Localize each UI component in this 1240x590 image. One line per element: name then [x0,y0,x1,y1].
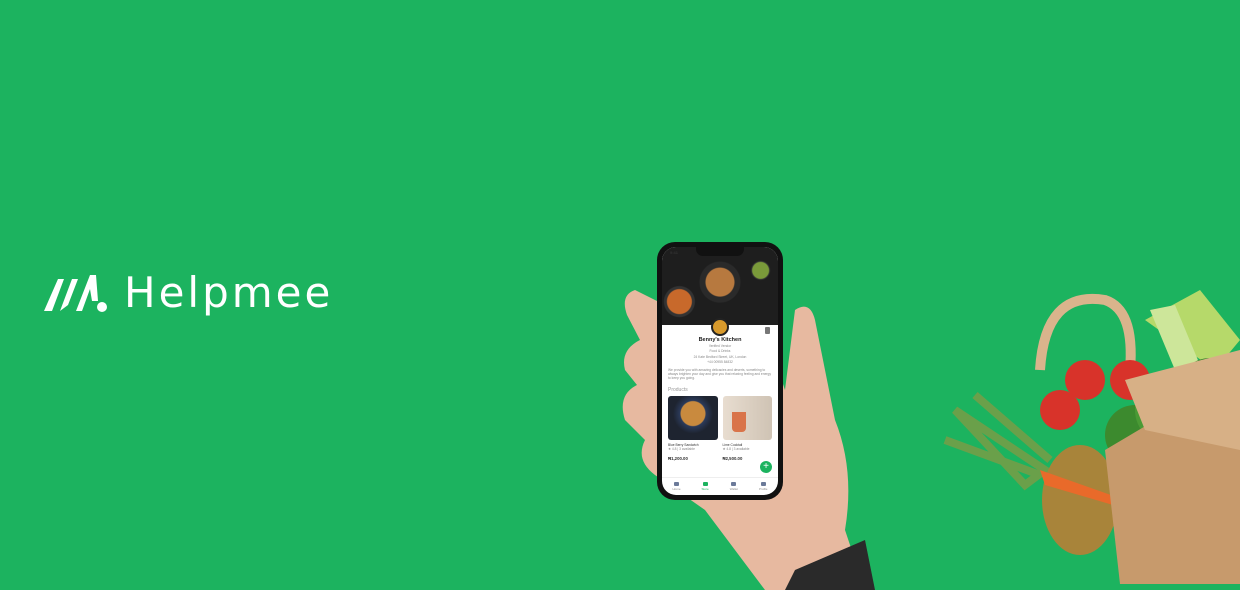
add-product-button[interactable]: + [760,461,772,473]
nav-label: Home [672,487,681,491]
vendor-avatar [711,318,729,336]
nav-wallet[interactable]: Wallet [730,482,738,491]
product-card[interactable]: Lime Cocktail ★ 4.8 | 3 available ₦2,500… [722,395,772,461]
nav-store[interactable]: Store [702,482,709,491]
status-time: 9:41 [670,250,679,255]
cart-icon[interactable] [765,327,770,334]
helpmee-logo-icon [44,274,107,312]
product-image [722,395,772,440]
product-card[interactable]: Blue Berry Sandwich ★ 4.8 | 3 available … [668,395,718,461]
vendor-cover-image [662,247,778,325]
brand-logo: Helpmee [42,268,333,317]
home-icon [674,482,679,486]
product-price: ₦1,200.00 [668,455,688,461]
product-image [668,395,718,440]
bottom-nav: Home Store Wallet Profile [662,477,778,495]
phone-mockup: 9:41 Benny's Kitchen Verified Vendor Foo… [657,242,783,500]
profile-icon [760,482,766,486]
brand-name: Helpmee [124,268,334,317]
nav-profile[interactable]: Profile [758,482,768,491]
nav-label: Store [701,487,709,491]
vendor-screen: 9:41 Benny's Kitchen Verified Vendor Foo… [662,247,778,495]
nav-label: Profile [758,487,768,491]
grocery-bag-illustration [943,290,1240,584]
store-icon [702,482,708,486]
product-meta: ★ 4.8 | 3 available [722,446,750,451]
vendor-description: We provide you with amazing delicacies a… [668,367,772,381]
nav-home[interactable]: Home [673,482,681,491]
wallet-icon [731,482,737,486]
product-meta: ★ 4.8 | 3 available [668,446,695,451]
nav-label: Wallet [729,487,738,491]
products-heading: Products [668,386,688,393]
phone-notch [696,247,744,256]
product-price: ₦2,500.00 [722,455,743,461]
